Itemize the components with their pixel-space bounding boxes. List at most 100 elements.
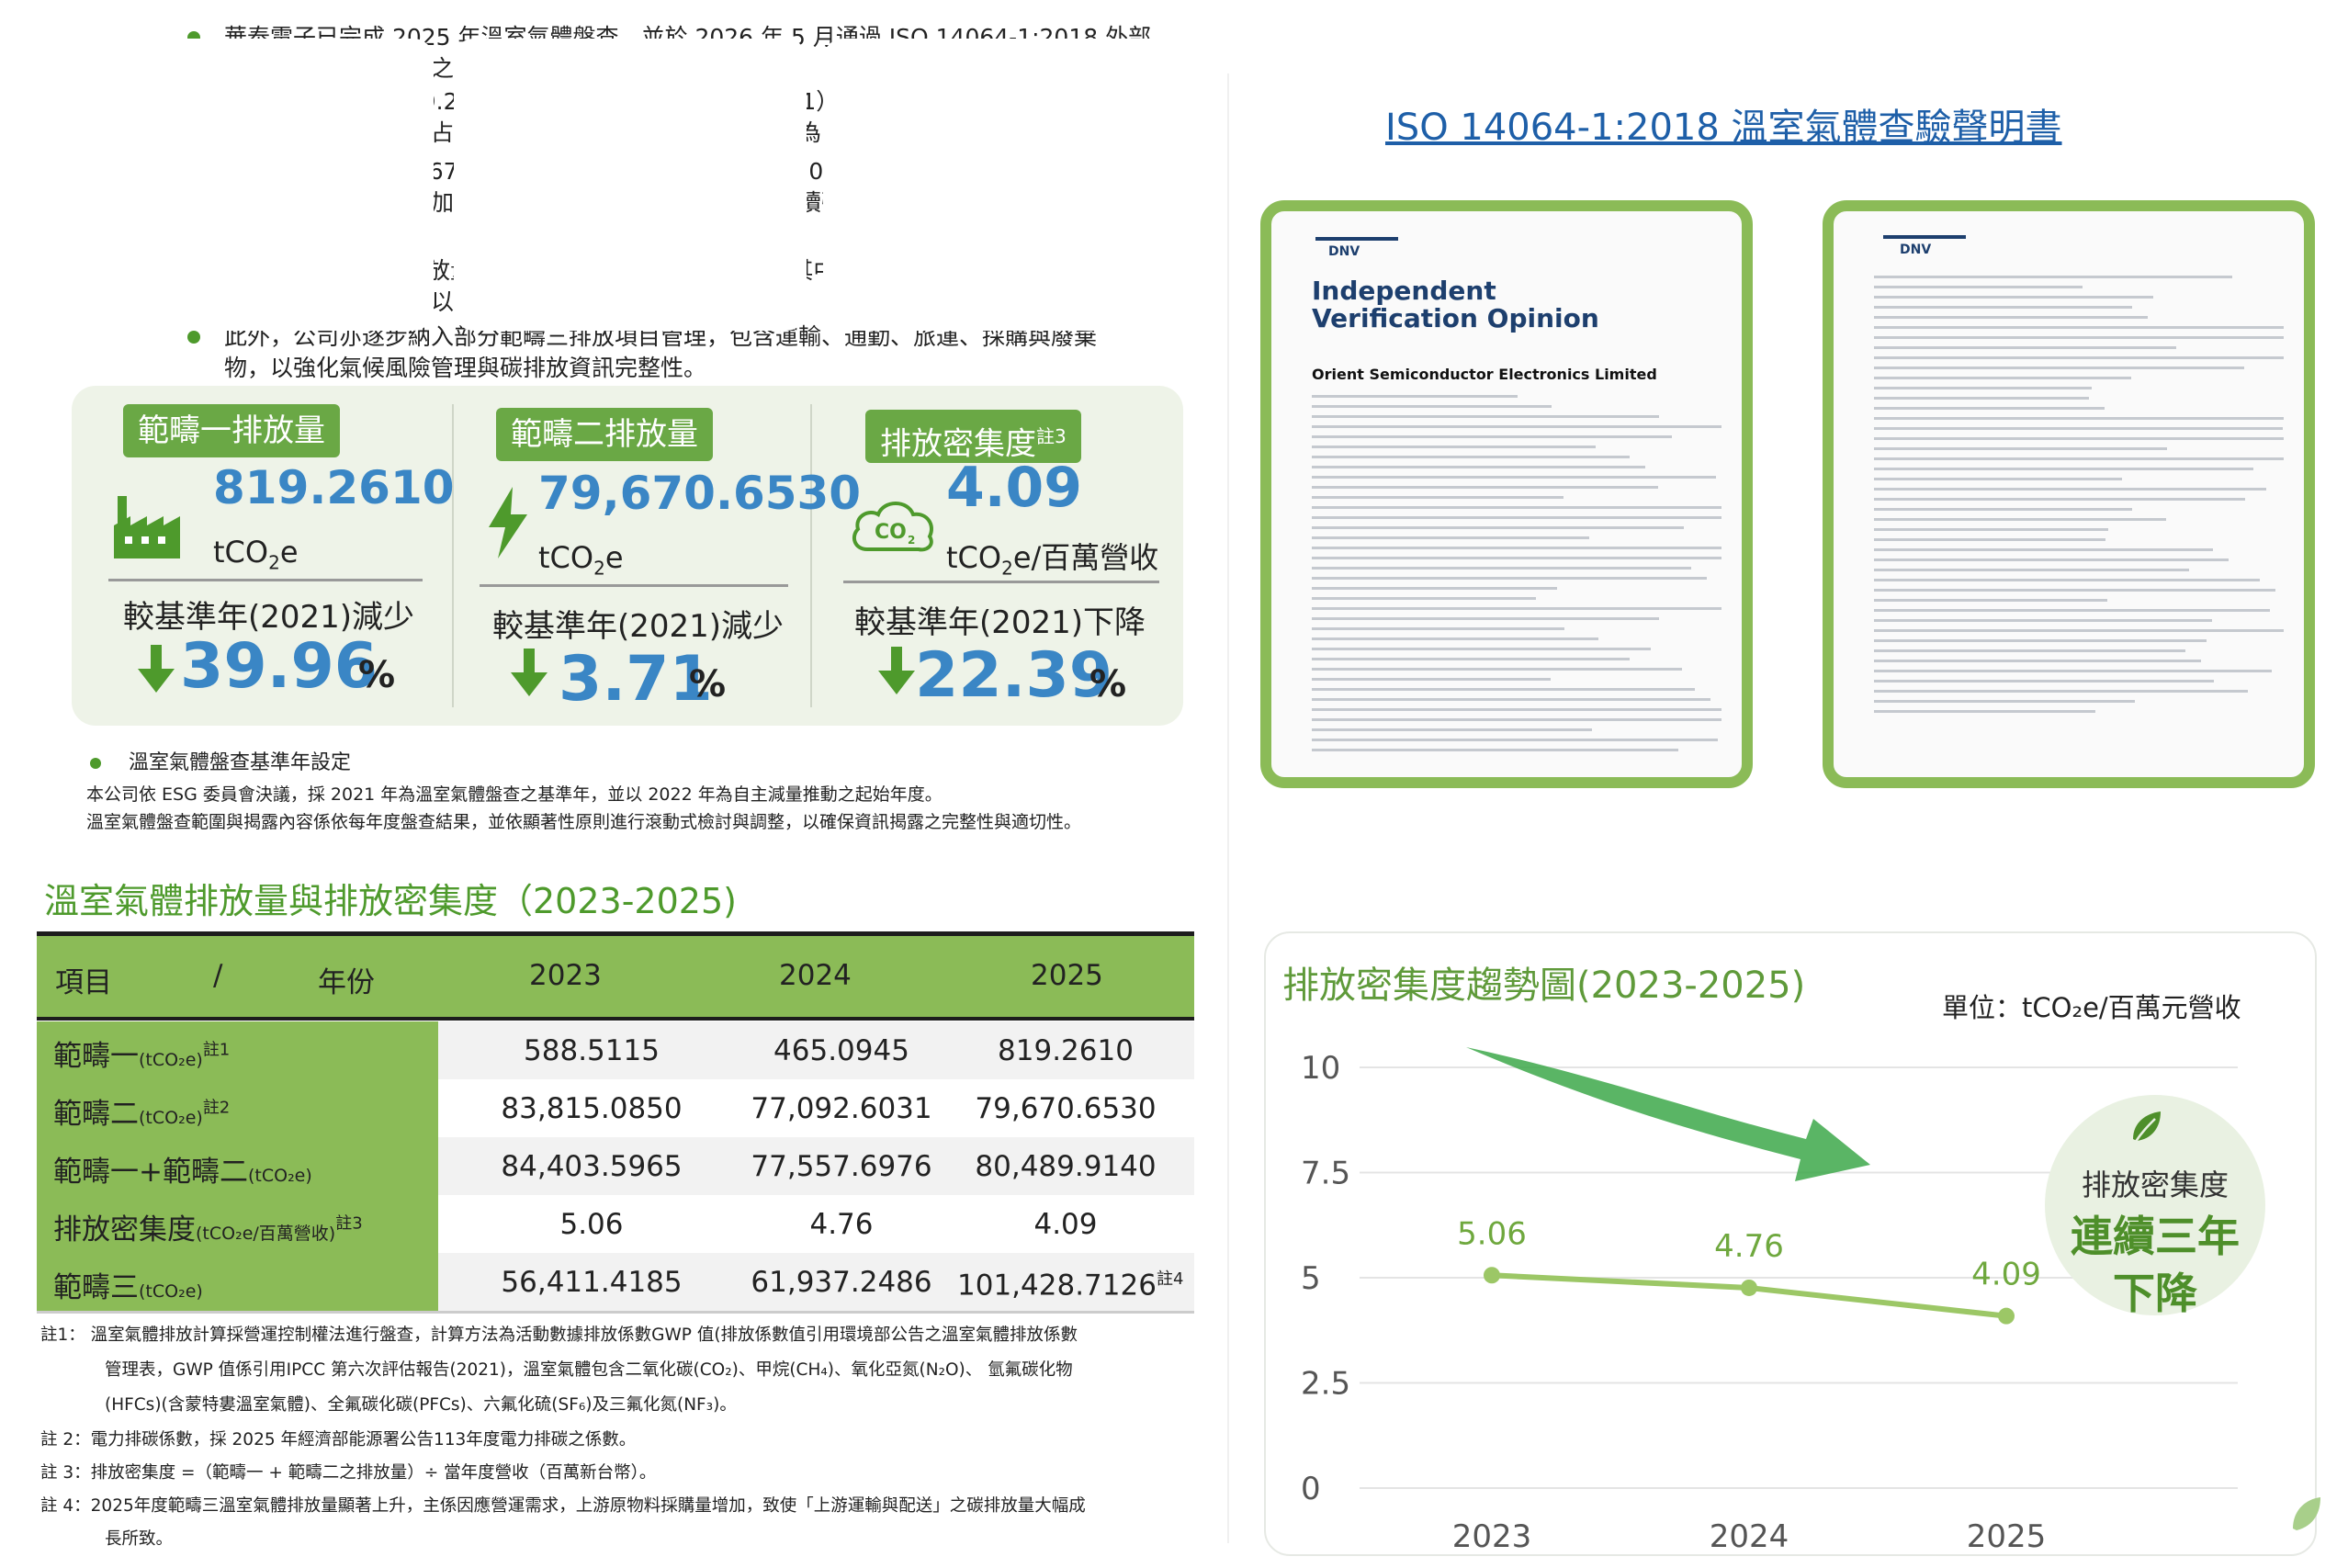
document-text-line (1874, 306, 2132, 309)
document-text-line (1312, 567, 1691, 570)
document-text-line (1312, 597, 1536, 600)
table-cell: 56,411.4185 (501, 1266, 683, 1299)
data-point (1741, 1279, 1757, 1296)
document-text-line (1874, 377, 2131, 379)
document-text-line (1874, 407, 2105, 410)
y-tick-label: 0 (1301, 1471, 1321, 1507)
data-point (1484, 1267, 1500, 1284)
document-text-line (1312, 506, 1721, 509)
document-text-line (1874, 397, 2089, 400)
document-text-line (1874, 609, 2270, 612)
table-cell: 83,815.0850 (501, 1092, 683, 1125)
document-text-line (1874, 599, 2107, 602)
footnote-line: 管理表，GWP 值係引用IPCC 第六次評估報告(2021)，溫室氣體包含二氧化… (105, 1360, 1073, 1380)
stat-value-scope2: 79,670.6530 (538, 467, 862, 520)
table-cell: 77,092.6031 (751, 1092, 932, 1125)
table-row-label: 範疇二(tCO₂e)註2 (53, 1098, 231, 1131)
trend-badge-line2: 下降 (2113, 1269, 2197, 1318)
document-text-line (1312, 708, 1721, 711)
table-cell: 84,403.5965 (501, 1150, 683, 1183)
base-year-line: 溫室氣體盤查範圍與揭露內容係依每年度盤查結果，並依顯著性原則進行滾動式檢討與調整… (86, 812, 1082, 832)
table-row-label: 排放密集度(tCO₂e/百萬營收)註3 (53, 1213, 363, 1247)
footnote-line: 註1： 溫室氣體排放計算採營運控制權法進行盤查，計算方法為活動數據排放係數GWP… (40, 1325, 1078, 1345)
document-text-line (1312, 435, 1672, 438)
data-point (1998, 1307, 2015, 1325)
document-text-line (1312, 728, 1592, 731)
table-cell: 5.06 (559, 1208, 624, 1241)
certificate-heading: Independent Verification Opinion (1312, 276, 1599, 333)
table-cell: 80,489.9140 (975, 1150, 1157, 1183)
svg-text:CO: CO (875, 521, 907, 544)
document-text-line (1874, 296, 2153, 299)
certificate-page-2[interactable]: DNV (1823, 200, 2315, 788)
table-header-slash: / (213, 959, 223, 992)
document-text-line (1874, 316, 2148, 319)
document-text-line (1312, 486, 1658, 489)
table-bottom-border (37, 1311, 1194, 1314)
trend-badge-line1: 連續三年 (2071, 1212, 2240, 1261)
stat-compare-scope2: 較基準年(2021)減少 (492, 608, 785, 645)
arrow-down-icon (878, 647, 915, 694)
document-text-line (1874, 367, 2244, 369)
certificate-title-link[interactable]: ISO 14064-1:2018 溫室氣體查驗聲明書 (1385, 97, 2062, 151)
column-divider (1227, 73, 1229, 1543)
table-row-label: 範疇一(tCO₂e)註1 (53, 1040, 231, 1073)
y-tick-label: 2.5 (1301, 1366, 1350, 1403)
document-text-line (1312, 415, 1659, 418)
document-text-line (1874, 680, 2214, 682)
document-text-line (1874, 538, 2105, 541)
stat-unit-intensity: tCO2e/百萬營收 (946, 540, 1159, 580)
document-text-line (1312, 536, 1589, 539)
document-text-line (1312, 446, 1596, 448)
document-text-line (1874, 629, 2284, 632)
corner-leaf-icon (2287, 1494, 2324, 1538)
factory-icon (114, 489, 180, 562)
stat-separator (108, 579, 423, 581)
document-text-line (1874, 558, 2229, 561)
y-tick-label: 5 (1301, 1260, 1321, 1297)
table-cell: 77,557.6976 (751, 1150, 932, 1183)
document-text-line (1874, 670, 2272, 672)
stat-unit-scope2: tCO2e (538, 540, 624, 580)
stat-unit-scope1: tCO2e (213, 535, 299, 574)
document-text-line (1874, 488, 2266, 491)
table-title: 溫室氣體排放量與排放密集度（2023-2025) (44, 881, 737, 921)
stat-pct-sign: % (358, 654, 396, 696)
y-tick-label: 7.5 (1301, 1156, 1350, 1192)
document-text-line (1874, 276, 2232, 278)
document-text-line (1312, 668, 1682, 671)
footnote-line: 註 3：排放密集度 =（範疇一 + 範疇二之排放量）÷ 當年度營收（百萬新台幣）… (40, 1463, 657, 1483)
svg-text:2: 2 (908, 534, 915, 547)
document-text-line (1312, 749, 1678, 751)
footnote-line: 註 4：2025年度範疇三溫室氣體排放量顯著上升，主係因應營運需求，上游原物料採… (40, 1496, 1086, 1516)
document-text-line (1312, 577, 1707, 580)
data-label: 5.06 (1457, 1215, 1527, 1252)
document-text-line (1874, 508, 2132, 511)
document-text-line (1874, 579, 2260, 581)
document-text-line (1312, 637, 1598, 640)
document-text-line (1874, 498, 2245, 501)
data-label: 4.09 (1971, 1257, 2041, 1293)
document-text-line (1312, 688, 1695, 691)
document-text-line (1874, 569, 2189, 571)
document-text-line (1312, 476, 1716, 479)
document-text-line (1312, 607, 1721, 610)
data-label: 4.76 (1714, 1228, 1784, 1265)
leaf-icon (2126, 1106, 2166, 1150)
arrow-down-icon (138, 645, 175, 693)
certificate-page-1[interactable]: DNV Independent Verification Opinion Orie… (1260, 200, 1753, 788)
stat-pct-sign: % (689, 663, 727, 705)
stat-tag-scope1: 範疇一排放量 (123, 404, 340, 457)
document-text-line (1874, 437, 2284, 440)
document-text-line (1874, 660, 2201, 662)
base-year-line: 本公司依 ESG 委員會決議，採 2021 年為溫室氣體盤查之基準年，並以 20… (86, 784, 943, 805)
stat-card-intensity (823, 39, 1176, 331)
stat-pct-scope1: 39.96 (180, 630, 378, 703)
document-text-line (1312, 617, 1659, 620)
document-text-line (1874, 710, 2095, 713)
stat-value-scope1: 819.2610 (213, 461, 455, 514)
dnv-logo: DNV (1328, 244, 1360, 259)
document-text-line (1312, 456, 1630, 458)
document-text-line (1874, 548, 2213, 551)
document-text-line (1874, 427, 2283, 430)
